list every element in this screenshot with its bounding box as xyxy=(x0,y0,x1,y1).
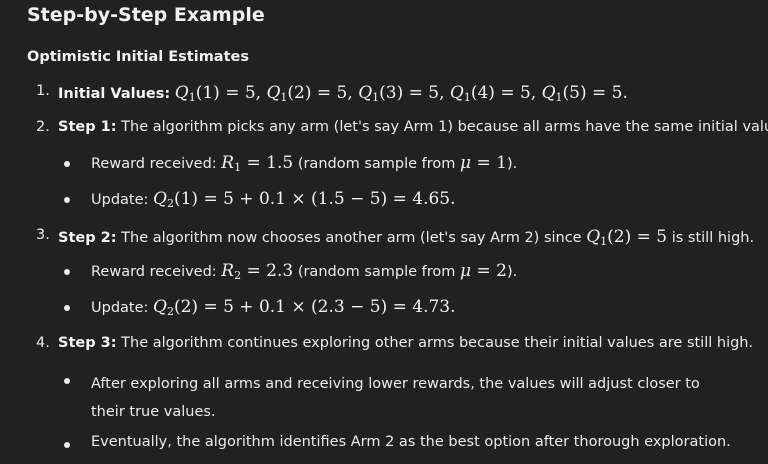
step-1-number: 1. xyxy=(36,83,50,99)
step-3-bullet-1: Reward received: R2 = 2.3 (random sample… xyxy=(91,261,517,281)
update-math: Q2(1) = 5 + 0.1 × (1.5 − 5) = 4.65. xyxy=(153,189,456,210)
step-3-number: 3. xyxy=(36,227,50,243)
reward-math: R2 = 2.3 xyxy=(221,261,294,282)
bullet-dot xyxy=(64,197,70,203)
bullet-dot xyxy=(64,442,70,448)
step-3-bullet-2: Update: Q2(2) = 5 + 0.1 × (2.3 − 5) = 4.… xyxy=(91,297,456,317)
bullet-dot xyxy=(64,305,70,311)
bullet-prefix: Update: xyxy=(91,300,149,316)
step-4-label: Step 3: xyxy=(58,335,117,351)
step-4-line: Step 3: The algorithm continues explorin… xyxy=(58,335,753,351)
bullet-suffix: (random sample from μ = 1). xyxy=(297,153,518,173)
step-1-math: Q1(1) = 5, Q1(2) = 5, Q1(3) = 5, Q1(4) =… xyxy=(174,83,628,104)
step-3-text: The algorithm now chooses another arm (l… xyxy=(121,227,755,248)
bullet-dot xyxy=(64,161,70,167)
step-4-number: 4. xyxy=(36,335,50,351)
step-3-line: Step 2: The algorithm now chooses anothe… xyxy=(58,227,754,247)
update-math: Q2(2) = 5 + 0.1 × (2.3 − 5) = 4.73. xyxy=(153,297,456,318)
step-4-bullet-2: Eventually, the algorithm identifies Arm… xyxy=(91,434,731,450)
section-subtitle: Optimistic Initial Estimates xyxy=(27,49,249,65)
step-1-line: Initial Values: Q1(1) = 5, Q1(2) = 5, Q1… xyxy=(58,83,628,103)
reward-math: R1 = 1.5 xyxy=(221,153,294,174)
bullet-dot xyxy=(64,269,70,275)
page-title: Step-by-Step Example xyxy=(27,4,265,26)
bullet-prefix: Update: xyxy=(91,192,149,208)
step-2-line: Step 1: The algorithm picks any arm (let… xyxy=(58,119,768,135)
bullet-dot xyxy=(64,378,70,384)
step-4-text: The algorithm continues exploring other … xyxy=(121,335,754,351)
bullet-prefix: Reward received: xyxy=(91,156,217,172)
step-2-text: The algorithm picks any arm (let's say A… xyxy=(121,119,768,135)
step-2-bullet-2: Update: Q2(1) = 5 + 0.1 × (1.5 − 5) = 4.… xyxy=(91,189,456,209)
step-2-number: 2. xyxy=(36,119,50,135)
step-4-bullet-1: After exploring all arms and receiving l… xyxy=(91,376,700,420)
step-2-bullet-1: Reward received: R1 = 1.5 (random sample… xyxy=(91,153,517,173)
step-3-label: Step 2: xyxy=(58,230,117,246)
step-1-label: Initial Values: xyxy=(58,86,171,102)
bullet-suffix: (random sample from μ = 2). xyxy=(297,261,518,281)
bullet-prefix: Reward received: xyxy=(91,264,217,280)
step-2-label: Step 1: xyxy=(58,119,117,135)
